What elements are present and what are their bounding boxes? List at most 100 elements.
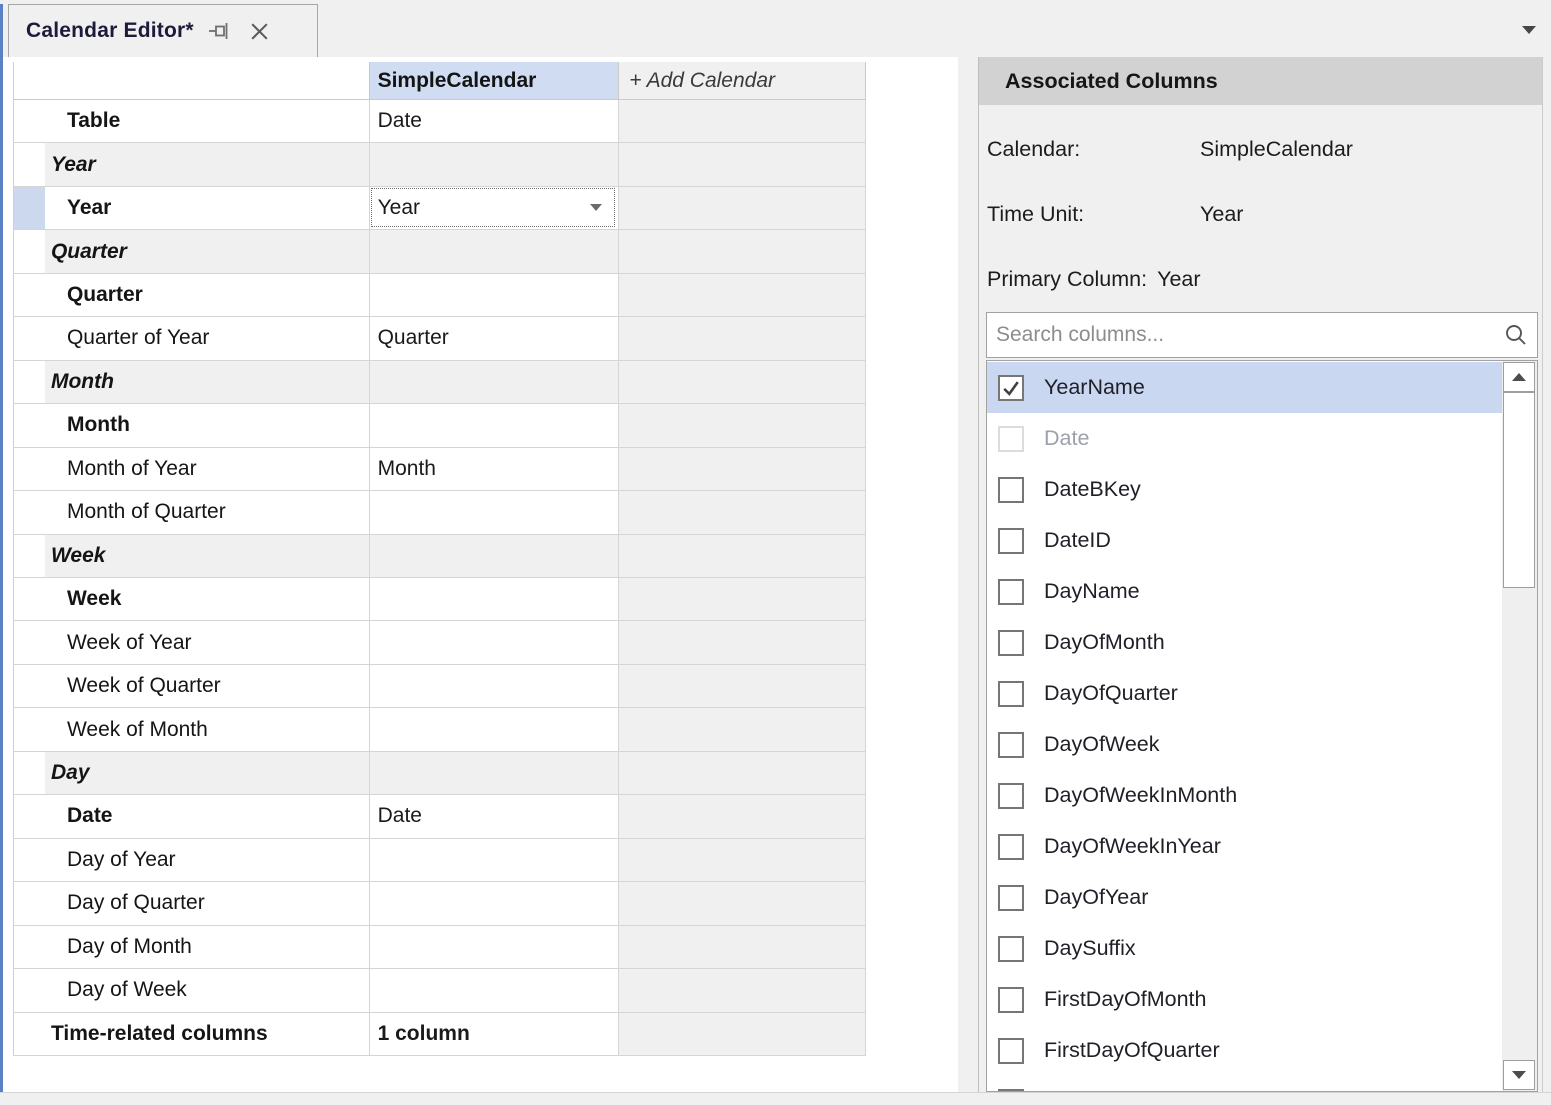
row-selector[interactable] — [14, 448, 45, 490]
list-item[interactable]: DateBKey — [987, 464, 1502, 515]
info-value: SimpleCalendar — [1200, 137, 1353, 162]
row-selector[interactable] — [14, 752, 45, 794]
associated-columns-panel: Associated Columns Calendar:SimpleCalend… — [978, 57, 1543, 1092]
row-value[interactable] — [369, 926, 619, 968]
row-value[interactable]: Quarter — [369, 317, 619, 359]
list-item[interactable]: YearName — [987, 362, 1502, 413]
row-selector[interactable] — [14, 491, 45, 533]
checkbox[interactable] — [998, 630, 1024, 656]
row-value[interactable]: Month — [369, 448, 619, 490]
checkbox[interactable] — [998, 579, 1024, 605]
search-input[interactable] — [987, 313, 1504, 357]
row-selector[interactable] — [14, 1013, 45, 1055]
row-selector[interactable] — [14, 926, 45, 968]
row-value[interactable] — [369, 491, 619, 533]
scrollbar[interactable] — [1502, 361, 1537, 1091]
row-selector[interactable] — [14, 795, 45, 837]
list-item-partial[interactable] — [987, 1076, 1502, 1092]
row-selector[interactable] — [14, 839, 45, 881]
row-selector[interactable] — [14, 665, 45, 707]
row-selector[interactable] — [14, 404, 45, 446]
row-value[interactable] — [369, 274, 619, 316]
row-value[interactable] — [369, 752, 619, 794]
list-item[interactable]: DaySuffix — [987, 923, 1502, 974]
row-value[interactable] — [369, 361, 619, 403]
checkbox[interactable] — [998, 834, 1024, 860]
chevron-down-icon[interactable] — [1522, 26, 1536, 34]
year-dropdown[interactable]: Year — [371, 188, 616, 227]
checkbox[interactable] — [998, 987, 1024, 1013]
row-value[interactable] — [369, 578, 619, 620]
list-item-label: DayOfWeekInMonth — [1044, 783, 1237, 808]
list-item[interactable]: FirstDayOfQuarter — [987, 1025, 1502, 1076]
scrollbar-thumb[interactable] — [1503, 392, 1535, 588]
row-value[interactable] — [369, 143, 619, 185]
row-value[interactable] — [369, 708, 619, 750]
checkbox[interactable] — [998, 885, 1024, 911]
row-value[interactable] — [369, 404, 619, 446]
list-item[interactable]: DayOfQuarter — [987, 668, 1502, 719]
checkbox[interactable] — [998, 732, 1024, 758]
add-calendar-button[interactable]: + Add Calendar — [618, 62, 866, 99]
row-value[interactable] — [369, 882, 619, 924]
info-label: Calendar: — [987, 137, 1200, 162]
row-selector[interactable] — [14, 100, 45, 142]
scroll-up-icon[interactable] — [1503, 362, 1535, 392]
close-icon[interactable] — [248, 20, 271, 43]
row-add-calendar-cell — [618, 404, 866, 446]
info-value: Year — [1200, 202, 1243, 227]
checkbox[interactable] — [998, 936, 1024, 962]
checkbox[interactable] — [998, 477, 1024, 503]
row-value[interactable] — [369, 969, 619, 1011]
row-selector[interactable] — [14, 274, 45, 316]
list-item[interactable]: DayOfWeekInMonth — [987, 770, 1502, 821]
row-add-calendar-cell — [618, 317, 866, 359]
list-item[interactable]: Date — [987, 413, 1502, 464]
checkbox[interactable] — [998, 783, 1024, 809]
grid-row: YearYear — [14, 187, 866, 230]
row-value[interactable] — [369, 839, 619, 881]
checkbox[interactable] — [998, 375, 1024, 401]
grid-row: Quarter of YearQuarter — [14, 317, 866, 360]
list-item[interactable]: DayOfWeekInYear — [987, 821, 1502, 872]
search-box[interactable] — [986, 312, 1538, 358]
row-add-calendar-cell — [618, 578, 866, 620]
row-value[interactable]: Date — [369, 795, 619, 837]
row-label: Week of Month — [45, 708, 369, 750]
row-selector[interactable] — [14, 230, 45, 272]
calendar-column-header[interactable]: SimpleCalendar — [369, 62, 619, 99]
list-item[interactable]: DateID — [987, 515, 1502, 566]
row-value[interactable]: 1 column — [369, 1013, 619, 1055]
row-add-calendar-cell — [618, 491, 866, 533]
row-selector[interactable] — [14, 708, 45, 750]
list-item[interactable]: DayName — [987, 566, 1502, 617]
scroll-down-icon[interactable] — [1503, 1060, 1535, 1090]
list-item[interactable]: DayOfMonth — [987, 617, 1502, 668]
pin-icon[interactable] — [208, 20, 234, 42]
row-add-calendar-cell — [618, 143, 866, 185]
row-selector[interactable] — [14, 143, 45, 185]
row-selector[interactable] — [14, 882, 45, 924]
row-selector[interactable] — [14, 361, 45, 403]
checkbox[interactable] — [998, 528, 1024, 554]
checkbox[interactable] — [998, 426, 1024, 452]
checkbox[interactable] — [998, 681, 1024, 707]
row-value[interactable] — [369, 535, 619, 577]
row-value[interactable]: Year — [369, 187, 619, 229]
row-selector[interactable] — [14, 187, 45, 229]
list-item[interactable]: DayOfWeek — [987, 719, 1502, 770]
row-selector[interactable] — [14, 317, 45, 359]
row-value[interactable]: Date — [369, 100, 619, 142]
list-item[interactable]: DayOfYear — [987, 872, 1502, 923]
row-selector[interactable] — [14, 969, 45, 1011]
row-value[interactable] — [369, 621, 619, 663]
tab-calendar-editor[interactable]: Calendar Editor* — [8, 4, 318, 57]
row-selector[interactable] — [14, 535, 45, 577]
list-item-label: DayOfQuarter — [1044, 681, 1178, 706]
row-value[interactable] — [369, 665, 619, 707]
row-value[interactable] — [369, 230, 619, 272]
row-selector[interactable] — [14, 578, 45, 620]
checkbox[interactable] — [998, 1038, 1024, 1064]
row-selector[interactable] — [14, 621, 45, 663]
list-item[interactable]: FirstDayOfMonth — [987, 974, 1502, 1025]
